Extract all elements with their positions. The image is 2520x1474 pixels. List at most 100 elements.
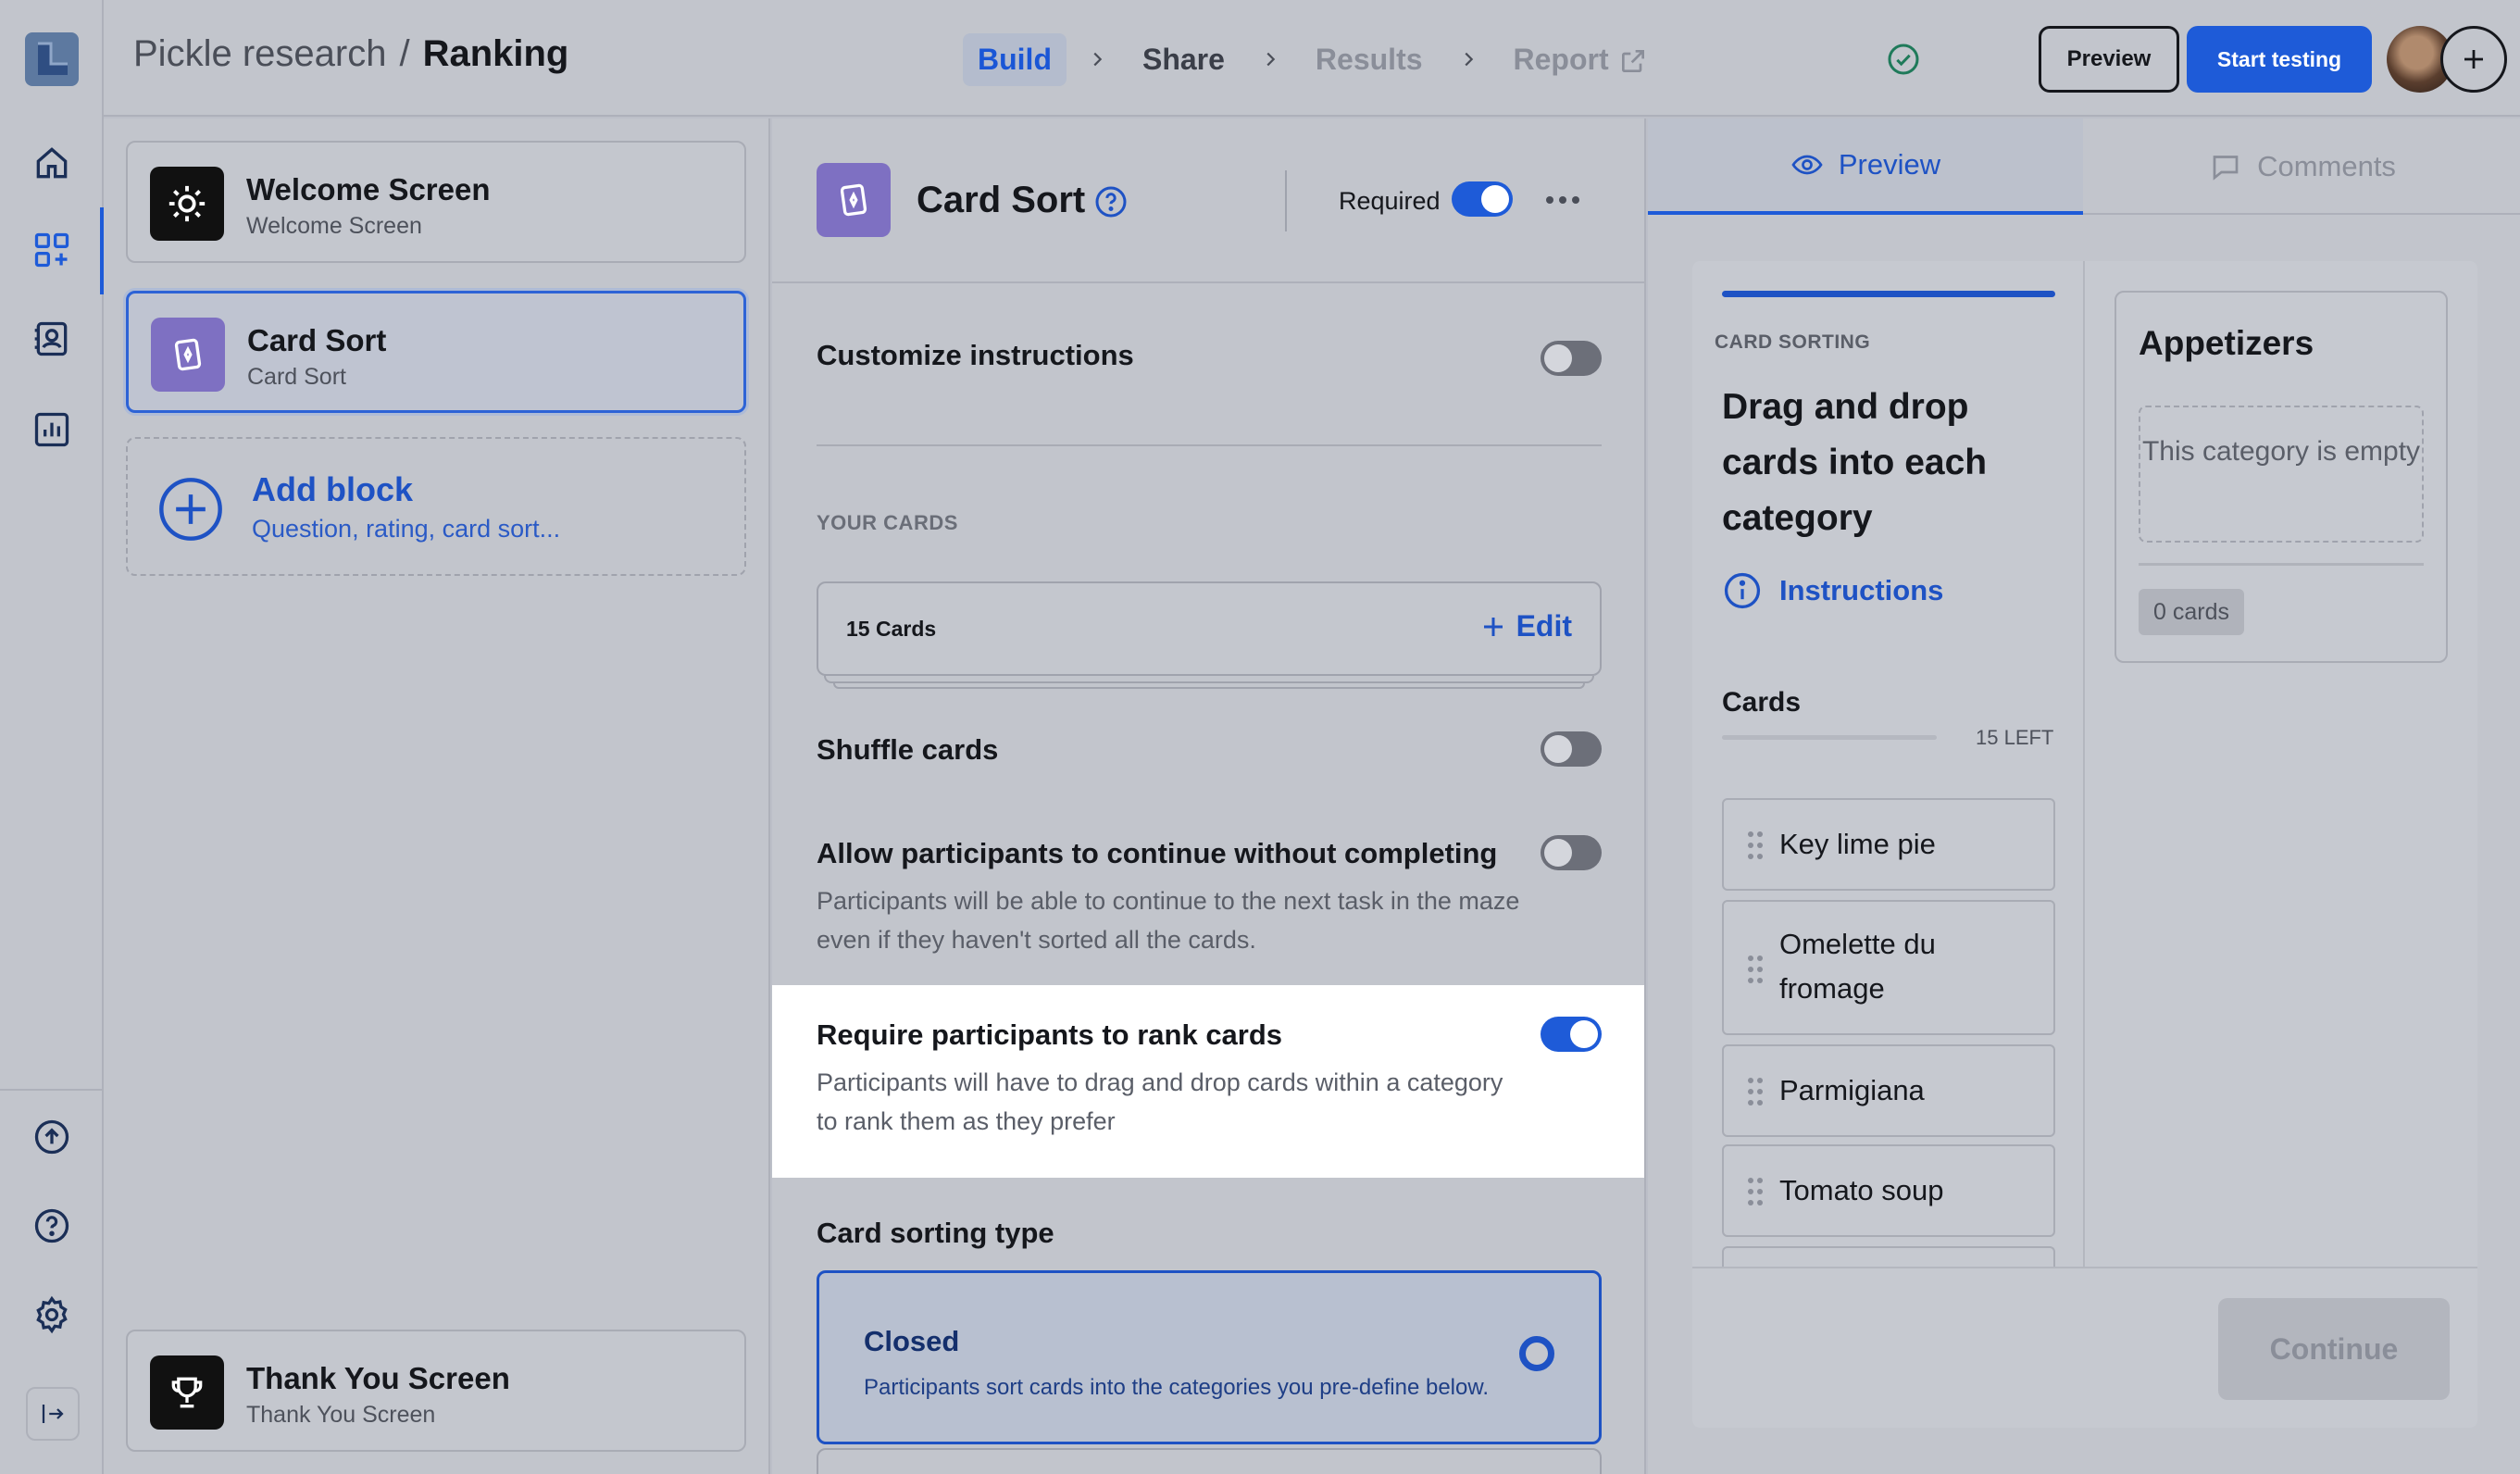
tab-preview[interactable]: Preview — [1648, 119, 2083, 215]
step-results[interactable]: Results — [1301, 33, 1438, 86]
edit-cards-button[interactable]: Edit — [1479, 609, 1572, 643]
nav-rail — [0, 0, 104, 1474]
required-label: Required — [1339, 187, 1441, 215]
closed-sort-option[interactable]: Closed Participants sort cards into the … — [817, 1270, 1602, 1444]
closed-radio[interactable] — [1519, 1336, 1554, 1371]
help-icon[interactable] — [30, 1204, 74, 1248]
category-divider — [2139, 563, 2424, 566]
block-thank-you-screen[interactable]: Thank You Screen Thank You Screen — [126, 1330, 746, 1452]
cards-left-count: 15 LEFT — [1976, 726, 2054, 749]
task-heading: Drag and drop cards into each category — [1722, 387, 1988, 538]
drag-handle-icon[interactable] — [1746, 1076, 1765, 1107]
card-sorting-type-label: Card sorting type — [817, 1217, 1054, 1249]
card-sort-icon — [151, 318, 225, 392]
plus-circle-icon — [159, 478, 222, 541]
preview-pane: Preview Comments CARD SORTING Drag and d… — [1648, 119, 2520, 1474]
home-icon[interactable] — [30, 141, 74, 185]
rank-cards-highlight: Require participants to rank cards Parti… — [772, 985, 1644, 1178]
customize-instructions-toggle[interactable] — [1541, 341, 1602, 376]
draggable-card[interactable]: Key lime pie — [1722, 798, 2055, 891]
card-stack-edge — [833, 683, 1585, 689]
option-title: Closed — [864, 1325, 960, 1357]
project-name[interactable]: Pickle research — [133, 33, 386, 74]
settings-gear-icon[interactable] — [30, 1293, 74, 1337]
workflow-steps: Build Share Results Report — [963, 31, 1663, 87]
category-card-count: 0 cards — [2139, 589, 2244, 635]
start-testing-button[interactable]: Start testing — [2187, 26, 2372, 93]
section-label: CARD SORTING — [1715, 331, 1871, 353]
participant-preview: CARD SORTING Drag and drop cards into ea… — [1692, 261, 2477, 1428]
your-cards-label: YOUR CARDS — [817, 511, 958, 534]
maze-logo-icon[interactable] — [25, 32, 79, 86]
tab-comments[interactable]: Comments — [2085, 119, 2520, 215]
rail-divider — [0, 1089, 102, 1091]
chevron-right-icon — [1087, 49, 1107, 69]
block-title: Thank You Screen — [246, 1361, 510, 1395]
draggable-card[interactable]: Parmigiana — [1722, 1044, 2055, 1137]
chevron-right-icon — [1260, 49, 1280, 69]
rank-cards-description: Participants will have to drag and drop … — [817, 1068, 1503, 1135]
draggable-card[interactable] — [1722, 1246, 2055, 1267]
contacts-icon[interactable] — [30, 317, 74, 361]
cards-progress-track — [1722, 735, 1937, 740]
comment-icon — [2213, 156, 2239, 181]
instructions-link[interactable]: Instructions — [1722, 570, 1943, 611]
analytics-icon[interactable] — [30, 407, 74, 452]
allow-continue-label: Allow participants to continue without c… — [817, 837, 1498, 869]
category-appetizers[interactable]: Appetizers This category is empty 0 card… — [2115, 291, 2448, 663]
block-settings-panel: Card Sort Required Customize instruction… — [772, 119, 1646, 1474]
shuffle-cards-toggle[interactable] — [1541, 731, 1602, 767]
divider — [817, 444, 1602, 446]
step-share[interactable]: Share — [1128, 33, 1240, 86]
drag-handle-icon[interactable] — [1746, 1176, 1765, 1207]
drag-handle-icon[interactable] — [1746, 830, 1765, 861]
allow-continue-toggle[interactable] — [1541, 835, 1602, 870]
category-title: Appetizers — [2139, 324, 2314, 362]
option-description: Participants sort cards into the categor… — [864, 1375, 1490, 1400]
card-label: Parmigiana — [1779, 1074, 1925, 1106]
block-subtitle: Welcome Screen — [246, 213, 422, 239]
block-welcome-screen[interactable]: Welcome Screen Welcome Screen — [126, 141, 746, 263]
expand-sidebar-button[interactable] — [26, 1387, 80, 1441]
block-card-sort[interactable]: Card Sort Card Sort — [126, 291, 746, 413]
external-link-icon — [1621, 50, 1644, 73]
card-stack-edge — [824, 676, 1594, 683]
trophy-icon — [150, 1355, 224, 1430]
upload-icon[interactable] — [30, 1115, 74, 1159]
top-header: Pickle research / Ranking Build Share Resu… — [104, 0, 2520, 117]
blocks-grid-icon[interactable] — [30, 228, 74, 272]
allow-continue-description: Participants will be able to continue to… — [817, 887, 1520, 954]
draggable-card[interactable]: Omelette du fromage — [1722, 900, 2055, 1035]
cards-count: 15 Cards — [846, 617, 937, 641]
footer-divider — [1692, 1267, 2477, 1268]
eye-icon — [1791, 155, 1823, 175]
rank-cards-toggle[interactable] — [1541, 1017, 1602, 1052]
next-sort-option[interactable] — [817, 1448, 1602, 1474]
settings-header: Card Sort Required — [772, 119, 1644, 283]
sun-icon — [150, 167, 224, 241]
invite-member-button[interactable] — [2440, 26, 2507, 93]
continue-button[interactable]: Continue — [2218, 1298, 2450, 1400]
category-drop-zone[interactable]: This category is empty — [2139, 406, 2424, 543]
card-label: Tomato soup — [1779, 1174, 1944, 1206]
plus-icon — [1483, 617, 1503, 636]
add-block-title: Add block — [252, 470, 414, 508]
preview-button[interactable]: Preview — [2039, 26, 2179, 93]
tab-comments-label: Comments — [2257, 150, 2396, 182]
more-options-icon[interactable] — [1544, 193, 1581, 207]
help-icon[interactable] — [1092, 183, 1129, 220]
saved-check-icon — [1888, 44, 1919, 75]
cards-column: CARD SORTING Drag and drop cards into ea… — [1692, 261, 2085, 1267]
card-label: Omelette du fromage — [1779, 928, 1936, 1005]
header-divider — [1285, 170, 1287, 231]
add-block-button[interactable]: Add block Question, rating, card sort... — [126, 437, 746, 576]
drag-handle-icon[interactable] — [1746, 954, 1765, 985]
step-report[interactable]: Report — [1499, 33, 1663, 86]
rank-cards-label: Require participants to rank cards — [817, 1018, 1283, 1051]
draggable-card[interactable]: Tomato soup — [1722, 1144, 2055, 1237]
chevron-right-icon — [1458, 49, 1478, 69]
maze-name[interactable]: Ranking — [423, 33, 569, 74]
required-toggle[interactable] — [1452, 181, 1513, 217]
step-build[interactable]: Build — [963, 32, 1067, 86]
card-sort-icon — [817, 163, 891, 237]
